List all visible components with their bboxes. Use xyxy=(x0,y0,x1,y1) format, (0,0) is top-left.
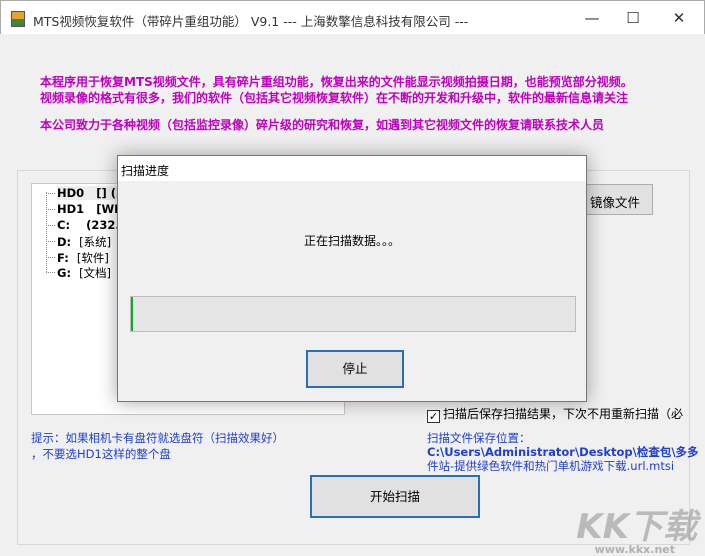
intro-line-1: 本程序用于恢复MTS视频文件，具有碎片重组功能，恢复出来的文件能显示视频拍摄日期… xyxy=(40,75,633,89)
title-bar: MTS视频恢复软件（带碎片重组功能） V9.1 --- 上海数擎信息科技有限公司… xyxy=(0,0,705,34)
tree-line xyxy=(46,192,47,272)
scan-progress-dialog: 扫描进度 正在扫描数据。。。 停止 xyxy=(117,155,587,402)
dialog-message: 正在扫描数据。。。 xyxy=(303,234,400,248)
close-button[interactable]: ✕ xyxy=(668,7,690,29)
start-scan-button[interactable]: 开始扫描 xyxy=(310,475,480,518)
app-icon xyxy=(11,11,25,27)
tree-item-g[interactable]: G: [文档] xyxy=(57,265,111,281)
intro-line-2: 视频录像的格式有很多，我们的软件（包括其它视频恢复软件）在不断的开发和升级中，软… xyxy=(40,91,629,105)
tree-item-d[interactable]: D: [系统] xyxy=(57,234,111,250)
dialog-title: 扫描进度 xyxy=(118,156,586,181)
tree-item-f[interactable]: F: [软件] xyxy=(57,250,109,266)
maximize-button[interactable]: ☐ xyxy=(622,7,644,29)
tree-item-hd0[interactable]: HD0 [] (2 xyxy=(57,186,124,200)
stop-button[interactable]: 停止 xyxy=(306,350,404,388)
watermark-url: www.kkx.net xyxy=(594,543,675,556)
hint-line-2: ，不要选HD1这样的整个盘 xyxy=(31,447,171,461)
minimize-button[interactable]: — xyxy=(581,7,603,29)
checkbox-check-icon[interactable]: ✓ xyxy=(427,410,440,423)
watermark-logo: KK下载 xyxy=(576,507,697,547)
checkbox-label: 扫描后保存扫描结果，下次不用重新扫描（必 xyxy=(443,407,684,421)
save-location-path-2: 件站-提供绿色软件和热门单机游戏下载.url.mtsi xyxy=(427,459,675,473)
intro-line-3: 本公司致力于各种视频（包括监控录像）碎片级的研究和恢复，如遇到其它视频文件的恢复… xyxy=(40,118,605,132)
save-results-checkbox[interactable]: ✓ 扫描后保存扫描结果，下次不用重新扫描（必 xyxy=(427,405,683,423)
hint-line-1: 提示：如果相机卡有盘符就选盘符（扫描效果好） xyxy=(31,431,284,445)
scan-progress-bar xyxy=(130,296,576,332)
window-title: MTS视频恢复软件（带碎片重组功能） V9.1 --- 上海数擎信息科技有限公司… xyxy=(33,14,469,29)
progress-fill xyxy=(131,297,134,331)
